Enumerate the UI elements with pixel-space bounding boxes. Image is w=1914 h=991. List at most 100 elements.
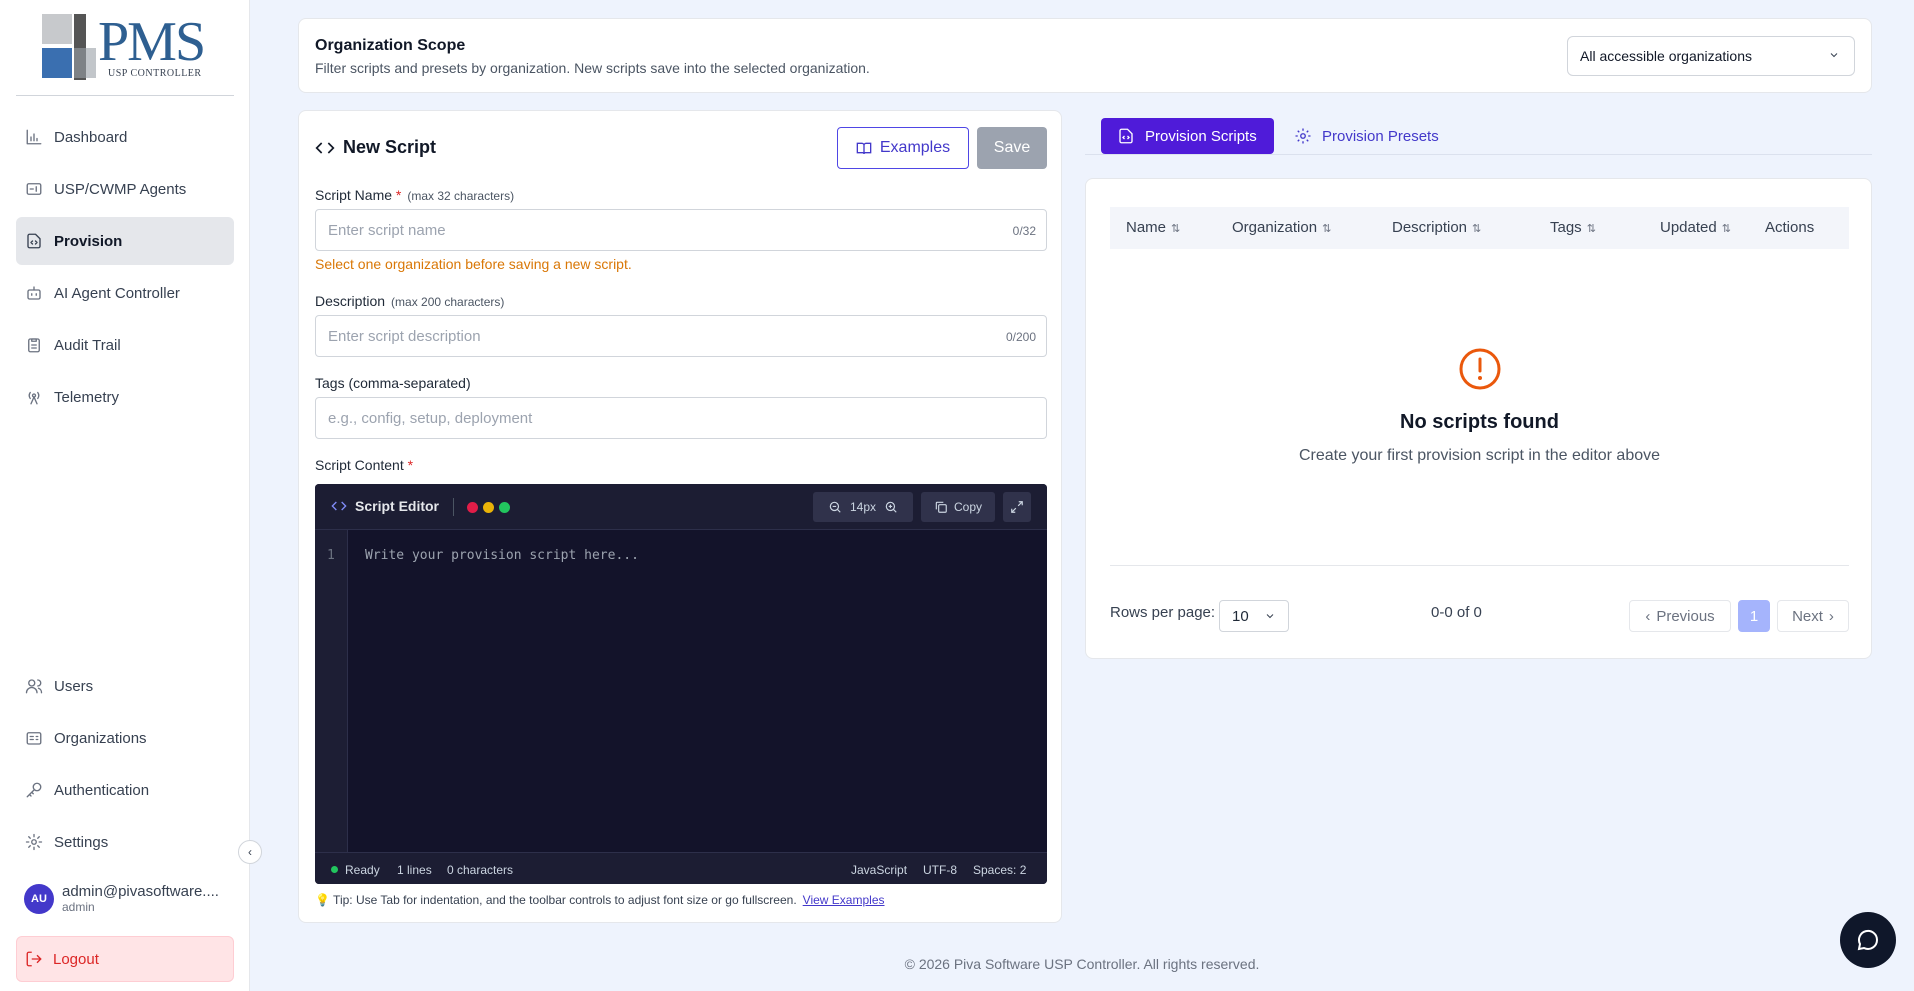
rows-per-page-select[interactable]: 10 bbox=[1219, 600, 1289, 632]
logo-subtitle: USP CONTROLLER bbox=[108, 68, 202, 79]
line-number: 1 bbox=[327, 548, 335, 563]
column-header-label: Organization bbox=[1232, 219, 1318, 236]
gear-icon bbox=[24, 832, 44, 852]
bot-icon bbox=[24, 283, 44, 303]
script-name-label: Script Name * (max 32 characters) bbox=[315, 187, 515, 203]
sidebar-item-label: Provision bbox=[54, 232, 123, 250]
status-dot bbox=[331, 866, 338, 873]
next-page-button[interactable]: Next › bbox=[1777, 600, 1849, 632]
description-input[interactable]: Enter script description 0/200 bbox=[315, 315, 1047, 357]
sidebar-item-settings[interactable]: Settings bbox=[16, 818, 234, 866]
script-editor[interactable]: Script Editor 14px Copy 1 Write your pro… bbox=[315, 484, 1047, 884]
status-lines: 1 lines bbox=[397, 863, 432, 877]
chevron-right-icon: › bbox=[1828, 607, 1834, 625]
script-name-label-text: Script Name bbox=[315, 187, 393, 203]
sidebar-item-users[interactable]: Users bbox=[16, 662, 234, 710]
pagination-range: 0-0 of 0 bbox=[1431, 604, 1482, 621]
view-examples-link[interactable]: View Examples bbox=[803, 893, 885, 907]
column-header-label: Tags bbox=[1550, 219, 1582, 236]
zoom-out-icon[interactable] bbox=[828, 500, 842, 514]
tab-label: Provision Scripts bbox=[1145, 127, 1257, 145]
sort-icon: ⇅ bbox=[1586, 223, 1596, 235]
description-label: Description (max 200 characters) bbox=[315, 293, 504, 309]
sidebar-item-agents[interactable]: USP/CWMP Agents bbox=[16, 165, 234, 213]
fullscreen-button[interactable] bbox=[1003, 492, 1031, 522]
empty-state-subtitle: Create your first provision script in th… bbox=[1298, 447, 1661, 464]
table-divider bbox=[1110, 565, 1849, 566]
router-icon bbox=[24, 179, 44, 199]
script-name-input[interactable]: Enter script name 0/32 bbox=[315, 209, 1047, 251]
tab-provision-presets[interactable]: Provision Presets bbox=[1278, 118, 1455, 154]
sidebar-item-label: Telemetry bbox=[54, 388, 120, 406]
next-label: Next bbox=[1792, 607, 1823, 625]
tags-input[interactable]: e.g., config, setup, deployment bbox=[315, 397, 1047, 439]
sidebar-item-ai-agent-controller[interactable]: AI Agent Controller bbox=[16, 269, 234, 317]
footer: © 2026 Piva Software USP Controller. All… bbox=[904, 956, 1260, 972]
tags-label: Tags (comma-separated) bbox=[315, 375, 471, 391]
column-header-name[interactable]: Name ⇅ bbox=[1126, 219, 1180, 236]
gear-icon bbox=[1295, 128, 1311, 144]
sort-icon: ⇅ bbox=[1322, 223, 1332, 235]
new-script-card: New Script Examples Save Script Name * (m… bbox=[298, 110, 1062, 923]
rows-per-page-value: 10 bbox=[1232, 607, 1249, 625]
line-gutter: 1 bbox=[315, 530, 348, 852]
chevron-down-icon bbox=[1830, 53, 1838, 58]
font-size-value: 14px bbox=[849, 500, 877, 514]
sidebar-item-label: Settings bbox=[54, 833, 109, 851]
page-1-button[interactable]: 1 bbox=[1738, 600, 1770, 632]
sidebar-item-label: Authentication bbox=[54, 781, 150, 799]
sidebar-item-provision[interactable]: Provision bbox=[16, 217, 234, 265]
key-icon bbox=[24, 780, 44, 800]
sidebar-item-label: USP/CWMP Agents bbox=[54, 180, 187, 198]
column-header-label: Name bbox=[1126, 219, 1167, 236]
status-spaces: Spaces: 2 bbox=[973, 863, 1027, 877]
sort-icon: ⇅ bbox=[1721, 223, 1731, 235]
sidebar-item-label: Organizations bbox=[54, 729, 147, 747]
user-profile[interactable]: AU admin@pivasoftware.... admin bbox=[24, 883, 219, 914]
script-content-label: Script Content * bbox=[315, 457, 414, 473]
status-ready: Ready bbox=[345, 863, 380, 877]
column-header-description[interactable]: Description ⇅ bbox=[1392, 219, 1481, 236]
tags-placeholder: e.g., config, setup, deployment bbox=[328, 409, 533, 427]
logo-text: PMS bbox=[98, 11, 206, 73]
organization-select[interactable]: All accessible organizations bbox=[1567, 36, 1855, 76]
sidebar-item-label: AI Agent Controller bbox=[54, 284, 180, 302]
save-button[interactable]: Save bbox=[977, 127, 1047, 169]
tab-provision-scripts[interactable]: Provision Scripts bbox=[1101, 118, 1274, 154]
bar-chart-icon bbox=[24, 127, 44, 147]
sidebar-item-audit-trail[interactable]: Audit Trail bbox=[16, 321, 234, 369]
chevron-left-icon: ‹ bbox=[1645, 607, 1651, 625]
column-header-tags[interactable]: Tags ⇅ bbox=[1550, 219, 1596, 236]
chat-button[interactable] bbox=[1840, 912, 1896, 968]
red-dot bbox=[467, 502, 478, 513]
column-header-actions: Actions bbox=[1765, 219, 1815, 236]
description-hint: (max 200 characters) bbox=[391, 295, 505, 309]
organization-warning: Select one organization before saving a … bbox=[315, 256, 632, 272]
zoom-in-icon[interactable] bbox=[884, 500, 898, 514]
previous-page-button[interactable]: ‹ Previous bbox=[1629, 600, 1731, 632]
alert-circle-icon bbox=[1459, 348, 1501, 390]
chevron-down-icon bbox=[1266, 614, 1274, 619]
copy-button[interactable]: Copy bbox=[921, 492, 995, 522]
sidebar-item-authentication[interactable]: Authentication bbox=[16, 766, 234, 814]
building-icon bbox=[24, 728, 44, 748]
status-language: JavaScript bbox=[851, 863, 908, 877]
copy-label: Copy bbox=[953, 500, 982, 514]
sidebar-item-dashboard[interactable]: Dashboard bbox=[16, 113, 234, 161]
sidebar-item-telemetry[interactable]: Telemetry bbox=[16, 373, 234, 421]
file-code-icon bbox=[1119, 128, 1133, 144]
user-email: admin@pivasoftware.... bbox=[62, 883, 219, 900]
code-placeholder[interactable]: Write your provision script here... bbox=[365, 548, 639, 563]
empty-state-title: No scripts found bbox=[1400, 411, 1559, 433]
message-circle-icon bbox=[1857, 929, 1879, 951]
logout-button[interactable]: Logout bbox=[16, 936, 234, 982]
sort-icon: ⇅ bbox=[1472, 223, 1482, 235]
examples-button[interactable]: Examples bbox=[837, 127, 969, 169]
column-header-updated[interactable]: Updated ⇅ bbox=[1660, 219, 1731, 236]
users-icon bbox=[24, 676, 44, 696]
sidebar-item-organizations[interactable]: Organizations bbox=[16, 714, 234, 762]
editor-toolbar: Script Editor 14px Copy bbox=[315, 484, 1047, 530]
collapse-sidebar-button[interactable]: ‹ bbox=[238, 840, 262, 864]
editor-title-text: New Script bbox=[343, 137, 437, 157]
column-header-organization[interactable]: Organization ⇅ bbox=[1232, 219, 1331, 236]
